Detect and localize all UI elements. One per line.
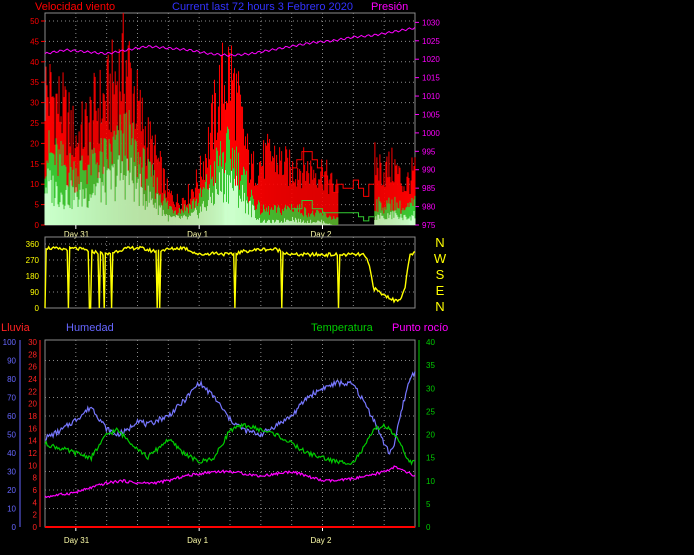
wind-y-tick-label: 35 bbox=[30, 78, 39, 87]
pressure-y-tick-label: 990 bbox=[422, 166, 436, 175]
pressure-y-tick-label: 1010 bbox=[422, 92, 440, 101]
humidity-y-tick-label: 0 bbox=[12, 523, 17, 532]
direction-y-tick-label: 180 bbox=[26, 272, 40, 281]
rain-y-tick-label: 6 bbox=[33, 486, 38, 495]
pressure-y-tick-label: 1000 bbox=[422, 129, 440, 138]
temperature-y-tick-label: 15 bbox=[426, 454, 435, 463]
pressure-y-tick-label: 975 bbox=[422, 221, 436, 230]
temperature-axis-title: Temperatura bbox=[311, 322, 374, 334]
wind-pressure-chart: 0510152025303540455097598098599099510001… bbox=[30, 1, 440, 239]
rain-y-tick-label: 2 bbox=[33, 511, 38, 520]
rain-y-tick-label: 30 bbox=[28, 338, 37, 347]
humidity-y-tick-label: 50 bbox=[7, 431, 16, 440]
humidity-y-tick-label: 70 bbox=[7, 394, 16, 403]
pressure-y-tick-label: 995 bbox=[422, 147, 436, 156]
direction-y-tick-label: 0 bbox=[35, 304, 40, 313]
climate-x-tick-label: Day 1 bbox=[187, 536, 208, 545]
rain-y-tick-label: 0 bbox=[33, 523, 38, 532]
rain-y-tick-label: 18 bbox=[28, 412, 37, 421]
direction-y-tick-label: 270 bbox=[26, 256, 40, 265]
wind-y-tick-label: 15 bbox=[30, 160, 39, 169]
pressure-y-tick-label: 980 bbox=[422, 203, 436, 212]
compass-label-n: N bbox=[435, 235, 444, 250]
rain-y-tick-label: 4 bbox=[33, 498, 38, 507]
wind-y-tick-label: 45 bbox=[30, 37, 39, 46]
climate-x-tick-label: Day 31 bbox=[64, 536, 90, 545]
wind-axis-title: Velocidad viento bbox=[35, 1, 115, 13]
wind-x-tick-label: Day 1 bbox=[187, 230, 208, 239]
wind-y-tick-label: 25 bbox=[30, 119, 39, 128]
dewpoint-axis-title: Punto rocío bbox=[392, 322, 448, 334]
wind-y-tick-label: 0 bbox=[35, 221, 40, 230]
pressure-y-tick-label: 1005 bbox=[422, 110, 440, 119]
wind-y-tick-label: 40 bbox=[30, 58, 39, 67]
humidity-axis-title: Humedad bbox=[66, 322, 114, 334]
humidity-y-tick-label: 90 bbox=[7, 357, 16, 366]
compass-label-e: E bbox=[436, 283, 445, 298]
compass-label-w: W bbox=[434, 251, 447, 266]
rain-axis-title: Lluvia bbox=[1, 322, 31, 334]
temperature-y-tick-label: 0 bbox=[426, 523, 431, 532]
wind-x-tick-label: Day 31 bbox=[64, 230, 90, 239]
compass-label-n: N bbox=[435, 299, 444, 314]
temperature-y-tick-label: 25 bbox=[426, 407, 435, 416]
wind-y-tick-label: 20 bbox=[30, 139, 39, 148]
pressure-y-tick-label: 985 bbox=[422, 184, 436, 193]
humidity-y-tick-label: 60 bbox=[7, 412, 16, 421]
pressure-y-tick-label: 1015 bbox=[422, 74, 440, 83]
rain-y-tick-label: 12 bbox=[28, 449, 37, 458]
rain-humidity-temperature-chart: 0102030405060708090100024681012141618202… bbox=[1, 322, 448, 545]
weather-charts: 0510152025303540455097598098599099510001… bbox=[1, 1, 448, 545]
wind-y-tick-label: 50 bbox=[30, 17, 39, 26]
direction-y-tick-label: 360 bbox=[26, 240, 40, 249]
humidity-y-tick-label: 20 bbox=[7, 486, 16, 495]
pressure-y-tick-label: 1020 bbox=[422, 55, 440, 64]
wind-y-tick-label: 30 bbox=[30, 99, 39, 108]
temperature-y-tick-label: 10 bbox=[426, 477, 435, 486]
humidity-y-tick-label: 100 bbox=[3, 338, 17, 347]
rain-y-tick-label: 10 bbox=[28, 461, 37, 470]
humidity-y-tick-label: 30 bbox=[7, 468, 16, 477]
rain-y-tick-label: 14 bbox=[28, 437, 37, 446]
compass-label-s: S bbox=[436, 267, 445, 282]
temperature-y-tick-label: 35 bbox=[426, 361, 435, 370]
temperature-y-tick-label: 20 bbox=[426, 431, 435, 440]
rain-y-tick-label: 26 bbox=[28, 363, 37, 372]
rain-y-tick-label: 16 bbox=[28, 424, 37, 433]
rain-y-tick-label: 20 bbox=[28, 400, 37, 409]
wind-y-tick-label: 5 bbox=[35, 201, 40, 210]
wind-x-tick-label: Day 2 bbox=[311, 230, 332, 239]
temperature-y-tick-label: 40 bbox=[426, 338, 435, 347]
pressure-y-tick-label: 1025 bbox=[422, 37, 440, 46]
temperature-y-tick-label: 5 bbox=[426, 500, 431, 509]
humidity-y-tick-label: 40 bbox=[7, 449, 16, 458]
chart-title: Current last 72 hours 3 Febrero 2020 bbox=[172, 1, 353, 13]
humidity-y-tick-label: 10 bbox=[7, 505, 16, 514]
humidity-y-tick-label: 80 bbox=[7, 375, 16, 384]
climate-x-tick-label: Day 2 bbox=[311, 536, 332, 545]
wind-direction-chart: 090180270360 NWSEN bbox=[26, 235, 447, 314]
pressure-axis-title: Presión bbox=[371, 1, 408, 13]
direction-y-tick-label: 90 bbox=[30, 288, 39, 297]
pressure-y-tick-label: 1030 bbox=[422, 18, 440, 27]
rain-y-tick-label: 22 bbox=[28, 387, 37, 396]
wind-y-tick-label: 10 bbox=[30, 180, 39, 189]
rain-y-tick-label: 28 bbox=[28, 350, 37, 359]
weather-report: 0 5 10 15 20 25 30 35 40 45 50 975 980 985 990 995 1000 1… bbox=[0, 0, 694, 555]
temperature-y-tick-label: 30 bbox=[426, 384, 435, 393]
rain-y-tick-label: 24 bbox=[28, 375, 37, 384]
rain-y-tick-label: 8 bbox=[33, 474, 38, 483]
